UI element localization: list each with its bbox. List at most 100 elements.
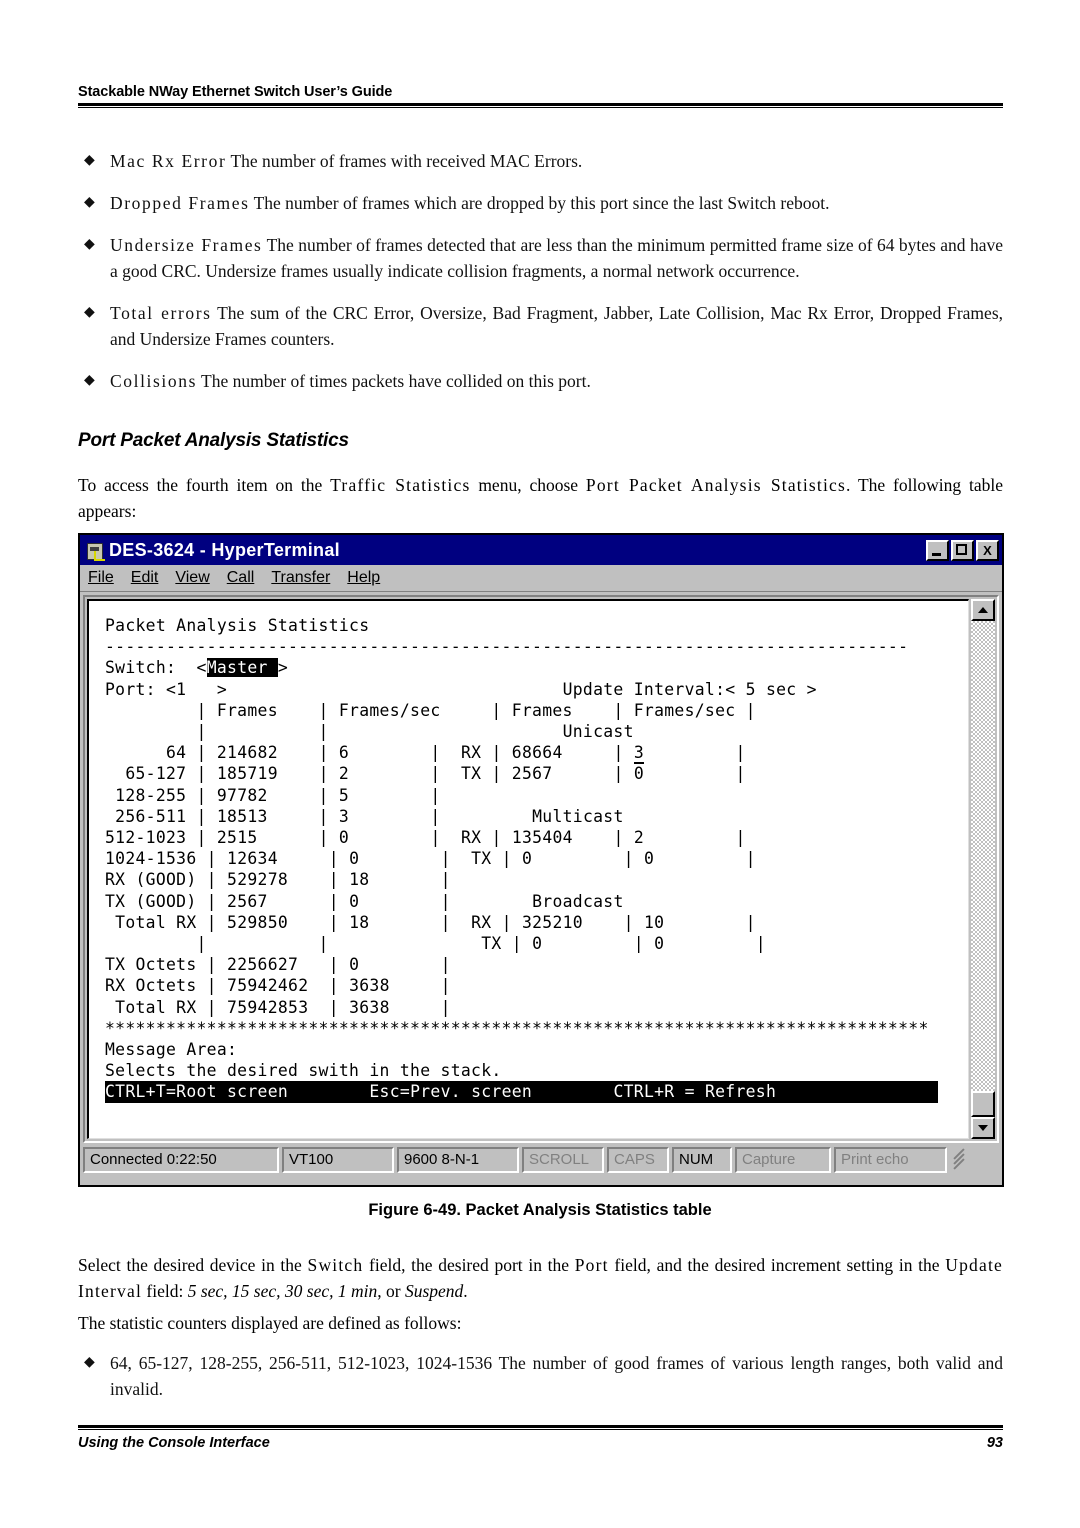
row-label-6: RX (GOOD) xyxy=(105,870,197,890)
bro-tx-fps: 0 xyxy=(654,934,665,954)
row-blank-1: | | xyxy=(105,722,563,742)
terminal-divider: ----------------------------------------… xyxy=(105,637,909,657)
bro-tx-dir: TX xyxy=(481,934,502,954)
row-label-1: 65-127 xyxy=(105,764,187,784)
mul-rx-fps: 2 xyxy=(633,828,645,848)
window-statusbar: Connected 0:22:50 VT100 9600 8-N-1 SCROL… xyxy=(83,1147,999,1173)
row-frames-1: 185719 xyxy=(216,764,278,784)
page-footer: Using the Console Interface 93 xyxy=(78,1425,1003,1451)
term-description: The number of frames which are dropped b… xyxy=(249,193,830,213)
diamond-bullet-icon: ◆ xyxy=(84,153,95,168)
row-blank-2: | | xyxy=(105,934,411,954)
maximize-button[interactable] xyxy=(951,539,974,561)
row-fps-3: 3 xyxy=(338,806,350,826)
uni-rx-fps-cursor[interactable]: 3 xyxy=(633,743,644,765)
menu-item-view[interactable]: View xyxy=(175,569,209,587)
row-frames-11: 75942462 xyxy=(227,976,309,996)
terminal-screen[interactable]: Packet Analysis Statistics -------------… xyxy=(89,601,968,1103)
hyperterminal-window: DES-3624 - HyperTerminal X File Edit Vie… xyxy=(78,533,1004,1187)
select-instruction-paragraph: Select the desired device in the Switch … xyxy=(78,1252,1003,1304)
scroll-up-icon[interactable] xyxy=(971,599,995,621)
row-fps-12: 3638 xyxy=(349,997,390,1017)
mul-rx-dir: RX xyxy=(460,828,482,848)
menu-item-file[interactable]: File xyxy=(88,569,114,587)
interval-options: 5 sec, 15 sec, 30 sec, 1 min xyxy=(187,1281,378,1301)
row-fps-1: 2 xyxy=(338,764,350,784)
bro-rx-dir: RX xyxy=(471,912,492,932)
menu-item-call[interactable]: Call xyxy=(227,569,255,587)
list-item: ◆ 64, 65-127, 128-255, 256-511, 512-1023,… xyxy=(78,1350,1003,1402)
row-fps-2: 5 xyxy=(338,785,350,805)
running-head: Stackable NWay Ethernet Switch User’s Gu… xyxy=(78,84,1003,108)
row-fps-10: 0 xyxy=(349,955,360,975)
intro-menu-name: Traffic Statistics xyxy=(330,475,471,495)
row-frames-6: 529278 xyxy=(227,870,289,890)
intro-choice-name: Port Packet Analysis Statistics xyxy=(585,475,847,495)
port-field[interactable]: Port: <1 > xyxy=(105,680,227,699)
menu-item-edit[interactable]: Edit xyxy=(131,569,159,587)
term-label: Dropped Frames xyxy=(110,193,250,213)
figure-caption: Figure 6-49. Packet Analysis Statistics … xyxy=(368,1201,712,1219)
uni-tx-frames: 2567 xyxy=(511,764,553,784)
update-interval-value[interactable]: < 5 sec > xyxy=(725,680,817,699)
group-label-broadcast: Broadcast xyxy=(532,891,624,911)
terminal-screen-frame[interactable]: Packet Analysis Statistics -------------… xyxy=(87,599,969,1139)
column-headers: | Frames | Frames/sec | Frames | Frames/… xyxy=(105,700,756,720)
spacer-1 xyxy=(227,680,563,699)
footer-chapter-title: Using the Console Interface xyxy=(78,1435,270,1451)
field-switch: Switch xyxy=(307,1255,364,1275)
scrollbar-thumb[interactable] xyxy=(971,1091,995,1117)
minimize-button[interactable] xyxy=(926,539,949,561)
scroll-down-icon[interactable] xyxy=(971,1117,995,1139)
mul-tx-frames: 0 xyxy=(521,849,533,869)
switch-field-value[interactable]: Master xyxy=(206,658,278,678)
vertical-scrollbar[interactable] xyxy=(971,599,995,1139)
menu-item-transfer[interactable]: Transfer xyxy=(271,569,330,587)
window-titlebar[interactable]: DES-3624 - HyperTerminal X xyxy=(80,535,1002,565)
bro-rx-frames: 325210 xyxy=(521,912,583,932)
row-label-7: TX (GOOD) xyxy=(105,891,197,911)
row-fps-0: 6 xyxy=(338,743,350,763)
sel-mid3: field: xyxy=(142,1281,188,1301)
row-label-3: 256-511 xyxy=(105,806,187,826)
row-frames-12: 75942853 xyxy=(227,997,309,1017)
status-baud: 9600 8-N-1 xyxy=(397,1147,519,1173)
menu-item-view-label: View xyxy=(175,569,210,586)
uni-rx-dir: RX xyxy=(460,743,482,763)
menu-item-help[interactable]: Help xyxy=(347,569,380,587)
window-title: DES-3624 - HyperTerminal xyxy=(109,539,340,560)
row-fps-5: 0 xyxy=(349,849,360,869)
term-description: The sum of the CRC Error, Oversize, Bad … xyxy=(110,303,1003,349)
row-label-10: TX Octets xyxy=(105,955,197,975)
status-scroll: SCROLL xyxy=(522,1147,604,1173)
message-area-label: Message Area: xyxy=(105,1040,238,1060)
intro-paragraph: To access the fourth item on the Traffic… xyxy=(78,472,1003,524)
row-frames-5: 12634 xyxy=(227,849,278,869)
row-label-11: RX Octets xyxy=(105,976,197,996)
bro-rx-fps: 10 xyxy=(643,912,665,932)
phone-modem-icon xyxy=(85,541,105,561)
resize-grip-icon[interactable] xyxy=(950,1147,968,1173)
status-emulation: VT100 xyxy=(282,1147,394,1173)
row-frames-4: 2515 xyxy=(216,828,258,848)
row-frames-3: 18513 xyxy=(216,806,268,826)
switch-field-label: Switch: < xyxy=(105,658,207,678)
row-label-5: 1024-1536 xyxy=(105,849,197,869)
term-description: The number of frames with received MAC E… xyxy=(226,151,583,171)
term-description: The number of times packets have collide… xyxy=(197,371,591,391)
row-label-0: 64 xyxy=(105,743,187,763)
list-item: ◆ Undersize Frames The number of frames d… xyxy=(78,232,1003,284)
menu-item-help-label: Help xyxy=(347,569,381,586)
diamond-bullet-icon: ◆ xyxy=(84,373,95,388)
terminal-client-area: Packet Analysis Statistics -------------… xyxy=(83,595,999,1143)
group-label-unicast: Unicast xyxy=(562,722,634,742)
row-label-12: Total RX xyxy=(105,997,197,1017)
footer-rule xyxy=(78,1425,1003,1430)
status-root-screen: CTRL+T=Root screen xyxy=(105,1082,289,1102)
scrollbar-track[interactable] xyxy=(971,621,995,1117)
sel-mid2: field, and the desired increment setting… xyxy=(608,1255,946,1275)
close-button[interactable]: X xyxy=(976,539,999,561)
term-label: Collisions xyxy=(110,371,197,391)
row-fps-4: 0 xyxy=(338,828,350,848)
menu-item-transfer-label: Transfer xyxy=(271,569,331,586)
